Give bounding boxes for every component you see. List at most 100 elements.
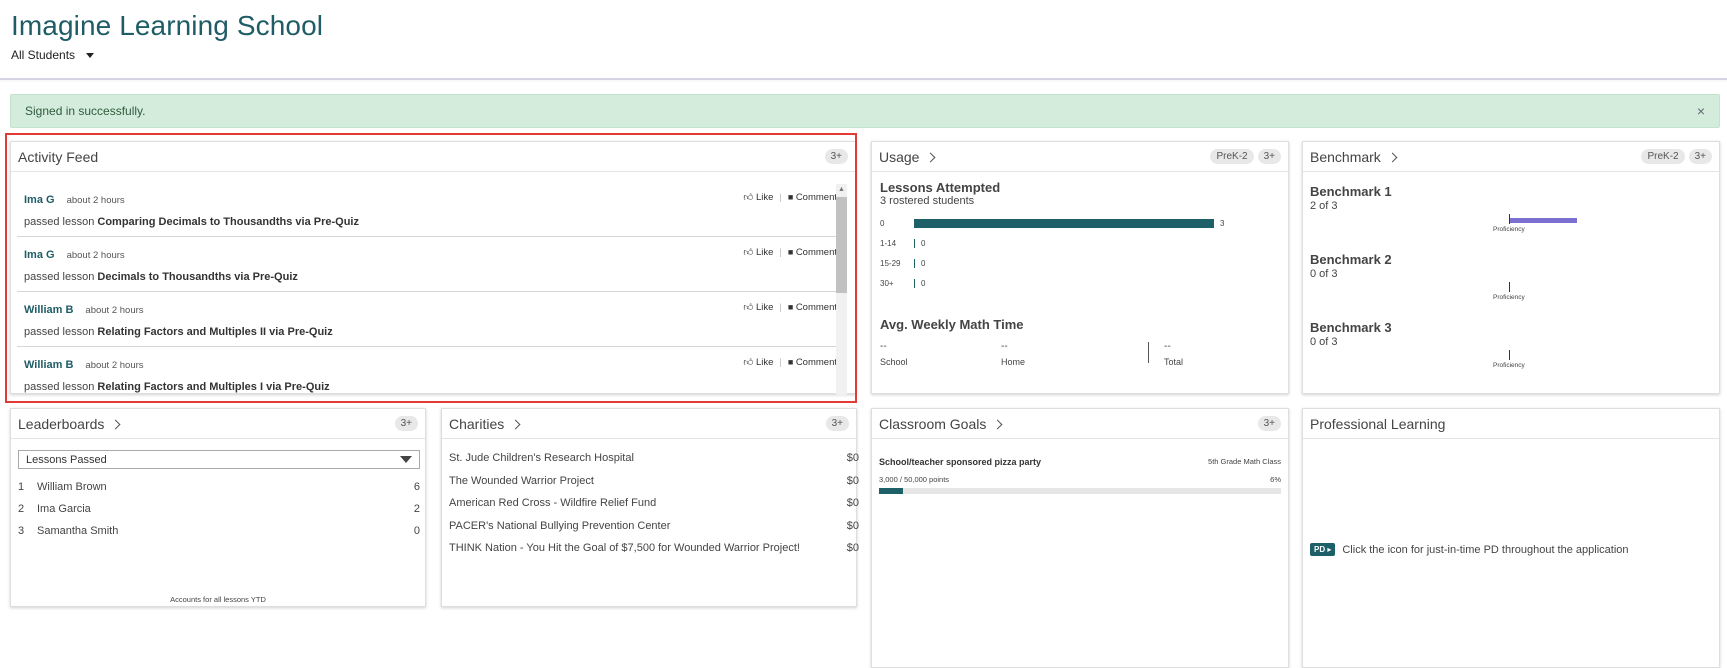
classroom-goals-header[interactable]: Classroom Goals 3+ xyxy=(872,409,1288,439)
grade-badge[interactable]: 3+ xyxy=(394,416,418,431)
grade-badge[interactable]: PreK-2 xyxy=(1641,149,1685,164)
leaderboard-score: 0 xyxy=(413,525,420,537)
charity-amount: $0 xyxy=(846,519,859,532)
activity-feed-header: Activity Feed 3+ xyxy=(11,142,855,172)
comment-label: Comment xyxy=(795,301,837,313)
leaderboards-header[interactable]: Leaderboards 3+ xyxy=(11,409,425,439)
benchmark-title: Benchmark xyxy=(1310,148,1381,165)
feed-lesson: Decimals to Thousandths via Pre-Quiz xyxy=(97,271,298,283)
usage-bar-label: 15-29 xyxy=(880,258,901,268)
charities-header[interactable]: Charities 3+ xyxy=(442,409,856,439)
charity-name: American Red Cross - Wildfire Relief Fun… xyxy=(449,497,657,509)
usage-bar-label: 1-14 xyxy=(880,238,897,248)
leaderboard-category-select[interactable]: Lessons Passed xyxy=(18,450,420,469)
avg-weekly-heading: Avg. Weekly Math Time xyxy=(880,317,1024,332)
grade-badge[interactable]: 3+ xyxy=(1688,149,1712,164)
charities-panel: Charities 3+ St. Jude Children's Researc… xyxy=(441,408,859,607)
usage-header[interactable]: Usage PreK-2 3+ xyxy=(872,142,1288,172)
comment-label: Comment xyxy=(795,356,837,368)
usage-title: Usage xyxy=(879,148,920,165)
benchmark-title: Benchmark 2 xyxy=(1310,252,1392,267)
charity-row[interactable]: St. Jude Children's Research Hospital $0 xyxy=(449,452,859,464)
goal-progress-fill xyxy=(879,488,904,494)
charity-amount: $0 xyxy=(846,452,859,464)
grade-badge[interactable]: PreK-2 xyxy=(1210,149,1254,164)
feed-item: Ima G about 2 hours passed lesson Comparin… xyxy=(17,182,843,237)
feed-time: about 2 hours xyxy=(66,250,125,261)
goal-name: School/teacher sponsored pizza party xyxy=(879,457,1042,467)
scroll-thumb[interactable] xyxy=(836,197,847,293)
activity-feed-list[interactable]: Ima G about 2 hours passed lesson Comparin… xyxy=(17,182,843,395)
feed-action: passed lesson xyxy=(24,216,95,228)
charity-row[interactable]: THINK Nation - You Hit the Goal of $7,50… xyxy=(449,542,859,554)
feed-action: passed lesson xyxy=(24,381,95,393)
feed-scrollbar[interactable]: ▲ xyxy=(836,184,847,395)
charity-row[interactable]: PACER's National Bullying Prevention Cen… xyxy=(449,520,859,532)
benchmark-proficiency-bar xyxy=(1510,218,1577,223)
comment-label: Comment xyxy=(795,246,837,258)
feed-student-name[interactable]: Ima G xyxy=(24,249,55,261)
like-button[interactable]: 👍︎ Like xyxy=(743,301,773,313)
comment-button[interactable]: ■ Comment xyxy=(788,357,837,368)
usage-bar xyxy=(914,238,915,248)
usage-bar xyxy=(914,258,915,268)
grade-badge[interactable]: 3+ xyxy=(825,416,849,431)
proficiency-label: Proficiency xyxy=(1493,294,1525,301)
usage-bar-label: 0 xyxy=(880,218,885,228)
leaderboard-name: William Brown xyxy=(37,481,107,493)
close-icon[interactable]: × xyxy=(1697,103,1705,119)
chevron-right-icon xyxy=(1387,152,1398,162)
weekly-value: -- xyxy=(1001,341,1008,352)
comment-icon: ■ xyxy=(787,301,796,312)
goal-class: 5th Grade Math Class xyxy=(1208,457,1281,466)
like-button[interactable]: 👍︎ Like xyxy=(743,246,773,258)
feed-item: William B about 2 hours passed lesson Rela… xyxy=(17,347,843,395)
comment-icon: ■ xyxy=(787,191,796,202)
feed-action: passed lesson xyxy=(24,326,95,338)
app-title: Imagine Learning School xyxy=(11,10,324,41)
feed-student-name[interactable]: William B xyxy=(24,359,73,371)
leaderboard-row: 2 Ima Garcia 2 xyxy=(18,503,420,515)
benchmark-panel: Benchmark PreK-2 3+ Benchmark 12 of 3 Prof… xyxy=(1302,141,1720,394)
charity-name: THINK Nation - You Hit the Goal of $7,50… xyxy=(449,542,800,554)
grade-badge[interactable]: 3+ xyxy=(1257,149,1281,164)
usage-bar-row: 15-29 0 xyxy=(880,257,925,269)
student-filter-label: All Students xyxy=(11,48,76,62)
chevron-down-icon xyxy=(86,52,95,58)
charity-name: St. Jude Children's Research Hospital xyxy=(449,452,634,464)
chevron-right-icon xyxy=(110,419,121,429)
usage-bar-row: 30+ 0 xyxy=(880,277,925,289)
leaderboard-rank: 1 xyxy=(18,481,25,493)
charity-amount: $0 xyxy=(846,474,859,487)
comment-button[interactable]: ■ Comment xyxy=(788,192,837,203)
comment-button[interactable]: ■ Comment xyxy=(788,247,837,258)
feed-student-name[interactable]: William B xyxy=(24,304,73,316)
pd-icon[interactable]: PD ▸ xyxy=(1310,543,1336,556)
thumbs-up-icon: 👍︎ xyxy=(743,357,756,368)
charity-row[interactable]: The Wounded Warrior Project $0 xyxy=(449,475,859,487)
chevron-right-icon xyxy=(992,419,1003,429)
scroll-up-icon[interactable]: ▲ xyxy=(836,184,847,195)
like-button[interactable]: 👍︎ Like xyxy=(743,191,773,203)
feed-student-name[interactable]: Ima G xyxy=(24,194,55,206)
activity-feed-panel: Activity Feed 3+ Ima G about 2 hours passe… xyxy=(10,141,856,395)
goal-percent: 6% xyxy=(1270,475,1281,484)
like-button[interactable]: 👍︎ Like xyxy=(743,356,773,368)
chevron-right-icon xyxy=(926,152,936,162)
benchmark-header[interactable]: Benchmark PreK-2 3+ xyxy=(1303,142,1719,172)
grade-badge[interactable]: 3+ xyxy=(1257,416,1281,431)
charity-name: The Wounded Warrior Project xyxy=(449,474,594,487)
thumbs-up-icon: 👍︎ xyxy=(743,247,756,258)
charity-row[interactable]: American Red Cross - Wildfire Relief Fun… xyxy=(449,497,859,509)
charity-amount: $0 xyxy=(846,497,859,509)
classroom-goals-panel: Classroom Goals 3+ School/teacher sponso… xyxy=(871,408,1289,668)
benchmark-count: 0 of 3 xyxy=(1310,268,1338,280)
feed-time: about 2 hours xyxy=(85,305,144,316)
student-filter-dropdown[interactable]: All Students xyxy=(11,48,95,62)
like-label: Like xyxy=(755,247,774,258)
usage-bar xyxy=(914,278,915,288)
benchmark-count: 0 of 3 xyxy=(1310,336,1338,348)
grade-badge[interactable]: 3+ xyxy=(824,149,848,164)
comment-button[interactable]: ■ Comment xyxy=(788,302,837,313)
feed-lesson: Relating Factors and Multiples I via Pre… xyxy=(97,381,330,393)
